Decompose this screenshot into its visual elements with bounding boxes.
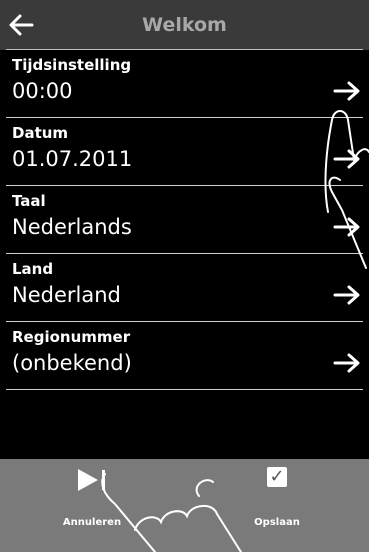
footer-bar: Annuleren ✓ Opslaan (0, 459, 369, 552)
cancel-button[interactable]: Annuleren (0, 459, 184, 552)
setting-row-datum[interactable]: Datum 01.07.2011 (6, 118, 363, 186)
setting-value: Nederlands (12, 215, 132, 239)
setting-row-regionummer[interactable]: Regionummer (onbekend) (6, 322, 363, 390)
setting-row-tijdsinstelling[interactable]: Tijdsinstelling 00:00 (6, 50, 363, 118)
setting-label: Datum (12, 124, 69, 142)
arrow-right-icon[interactable] (333, 284, 361, 306)
arrow-right-icon[interactable] (333, 216, 361, 238)
setting-row-taal[interactable]: Taal Nederlands (6, 186, 363, 254)
setting-label: Tijdsinstelling (12, 56, 132, 74)
setting-label: Taal (12, 192, 46, 210)
setting-label: Land (12, 260, 54, 278)
arrow-right-icon[interactable] (333, 352, 361, 374)
header-bar: Welkom (0, 0, 369, 50)
save-button[interactable]: ✓ Opslaan (185, 459, 369, 552)
arrow-right-icon[interactable] (333, 80, 361, 102)
setting-value: 00:00 (12, 79, 73, 103)
save-label: Opslaan (254, 517, 300, 528)
arrow-right-icon[interactable] (333, 148, 361, 170)
checkbox-checked-icon: ✓ (267, 467, 287, 487)
page-title: Welkom (142, 14, 227, 36)
settings-list: Tijdsinstelling 00:00 Datum 01.07.2011 T… (0, 50, 369, 390)
setting-value: Nederland (12, 283, 121, 307)
play-pause-icon (78, 469, 105, 491)
setting-value: (onbekend) (12, 351, 132, 375)
cancel-label: Annuleren (62, 517, 122, 528)
setting-value: 01.07.2011 (12, 147, 133, 171)
setting-row-land[interactable]: Land Nederland (6, 254, 363, 322)
setting-label: Regionummer (12, 328, 131, 346)
